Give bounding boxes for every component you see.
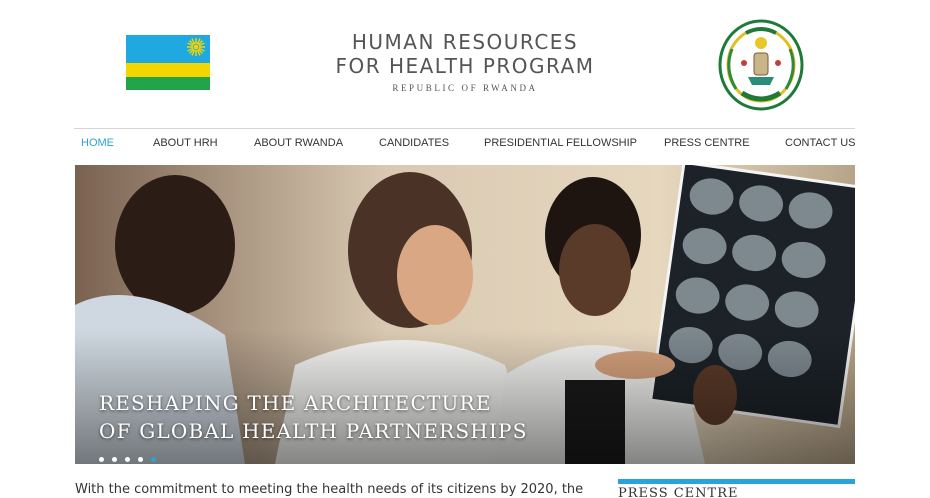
site-title-line2: FOR HEALTH PROGRAM	[335, 54, 595, 78]
site-title-line1: HUMAN RESOURCES	[351, 30, 579, 54]
slider-dot-active[interactable]	[151, 457, 156, 462]
hero-slider[interactable]: RESHAPING THE ARCHITECTURE OF GLOBAL HEA…	[75, 165, 855, 464]
site-subtitle: REPUBLIC OF RWANDA	[392, 83, 538, 93]
slider-dot[interactable]	[125, 457, 130, 462]
nav-item-press-centre[interactable]: PRESS CENTRE	[664, 137, 750, 149]
site-header: HUMAN RESOURCES FOR HEALTH PROGRAM REPUB…	[0, 0, 930, 128]
nav-item-contact-us[interactable]: CONTACT US	[785, 137, 856, 149]
rwanda-coat-of-arms-icon	[718, 19, 804, 111]
press-centre-heading: PRESS CENTRE	[618, 486, 739, 498]
nav-item-about-rwanda[interactable]: ABOUT RWANDA	[254, 137, 343, 149]
nav-item-home[interactable]: HOME	[81, 137, 114, 149]
rwanda-flag-icon	[126, 35, 210, 90]
slider-dots	[99, 449, 164, 464]
slider-dot[interactable]	[99, 457, 104, 462]
nav-item-about-hrh[interactable]: ABOUT HRH	[153, 137, 218, 149]
main-nav: HOME ABOUT HRH ABOUT RWANDA CANDIDATES P…	[74, 128, 856, 158]
sun-icon	[187, 38, 205, 56]
slider-dot[interactable]	[112, 457, 117, 462]
slider-dot[interactable]	[138, 457, 143, 462]
nav-item-candidates[interactable]: CANDIDATES	[379, 137, 449, 149]
site-title[interactable]: HUMAN RESOURCES FOR HEALTH PROGRAM REPUB…	[300, 30, 630, 93]
intro-text: With the commitment to meeting the healt…	[75, 482, 584, 497]
press-centre-accent-bar	[618, 479, 855, 484]
hero-caption-line1: RESHAPING THE ARCHITECTURE	[99, 391, 492, 415]
hero-caption: RESHAPING THE ARCHITECTURE OF GLOBAL HEA…	[99, 389, 528, 445]
hero-caption-line2: OF GLOBAL HEALTH PARTNERSHIPS	[99, 419, 528, 443]
nav-item-presidential-fellowship[interactable]: PRESIDENTIAL FELLOWSHIP	[484, 137, 637, 149]
